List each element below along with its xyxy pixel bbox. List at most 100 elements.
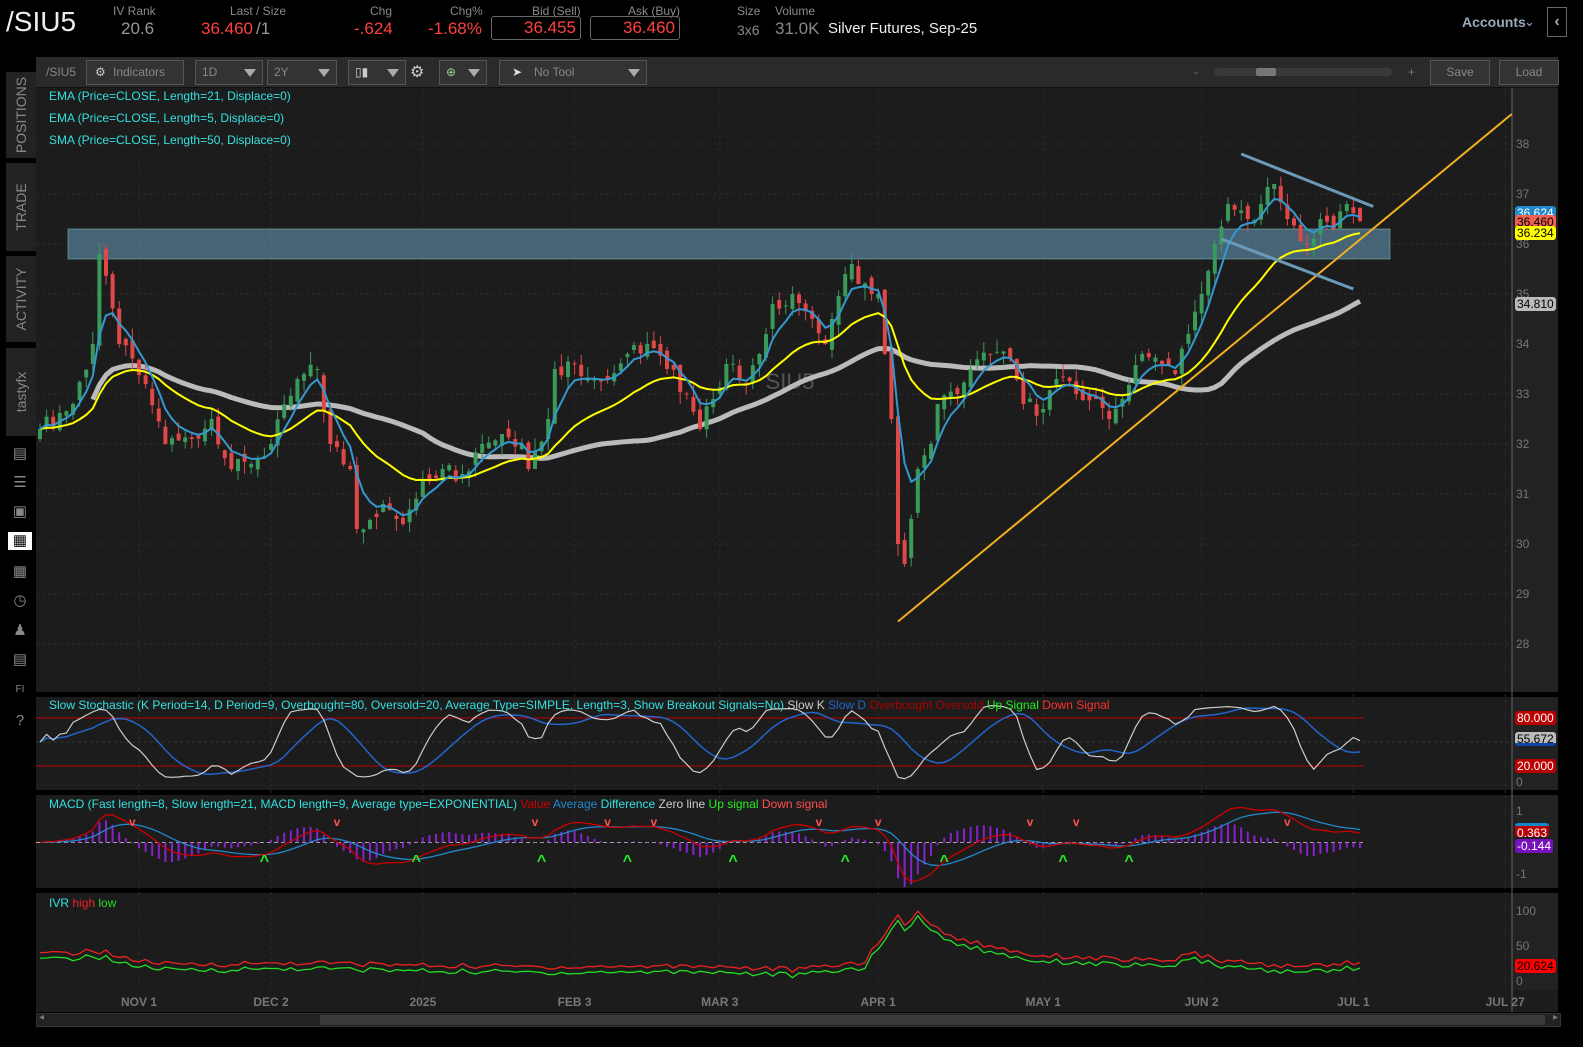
candle-body xyxy=(1292,218,1296,226)
candle-body xyxy=(1133,365,1138,384)
candle-body xyxy=(308,364,313,377)
candle-body xyxy=(84,369,89,378)
price-chart[interactable]: 3837363534333231302928NOV 1 DEC 2 2025 FEB … xyxy=(0,0,1583,1047)
candle-body xyxy=(1226,204,1230,221)
candle-body xyxy=(480,444,485,453)
candle-body xyxy=(1212,244,1217,274)
macd-label[interactable]: MACD (Fast length=8, Slow length=21, MAC… xyxy=(49,797,517,811)
candle-body xyxy=(1325,215,1329,222)
candle-body xyxy=(1245,205,1250,219)
ivr-tag: 20.624 xyxy=(1515,959,1556,973)
price-tick-label: 34 xyxy=(1516,337,1530,351)
price-tick-label: 28 xyxy=(1516,637,1530,651)
ivr-label[interactable]: IVR xyxy=(49,896,69,910)
horizontal-scrollbar[interactable]: ◂ ▸ xyxy=(36,1012,1561,1027)
candle-body xyxy=(638,345,643,354)
candle-body xyxy=(64,411,69,416)
sma50-tag: 34.810 xyxy=(1515,297,1556,311)
candle-body xyxy=(216,416,221,445)
study-sma50-label[interactable]: SMA (Price=CLOSE, Length=50, Displace=0) xyxy=(49,133,291,147)
candle-body xyxy=(1166,358,1171,366)
scroll-left-icon[interactable]: ◂ xyxy=(39,1012,44,1023)
candle-body xyxy=(1351,207,1356,214)
candle-body xyxy=(757,354,762,365)
candle-body xyxy=(348,465,353,469)
down-signal-arrow: v xyxy=(875,815,882,829)
up-signal-arrow: ^ xyxy=(940,853,949,870)
candle-body xyxy=(315,369,320,371)
ivr-axis-label: 100 xyxy=(1516,904,1536,918)
up-signal-arrow: ^ xyxy=(1058,853,1067,870)
candle-body xyxy=(618,363,623,371)
scrollbar-thumb[interactable] xyxy=(320,1015,1545,1025)
candle-body xyxy=(1153,357,1158,362)
stoch-label[interactable]: Slow Stochastic (K Period=14, D Period=9… xyxy=(49,698,784,712)
candle-body xyxy=(1272,184,1277,190)
candle-body xyxy=(691,396,696,412)
candle-body xyxy=(1219,226,1224,245)
study-ema21-label[interactable]: EMA (Price=CLOSE, Length=21, Displace=0) xyxy=(49,89,291,103)
legend-overbought: Overbought xyxy=(869,698,933,712)
ivr-legend: IVR high low xyxy=(49,896,116,910)
candle-body xyxy=(1001,351,1006,354)
down-signal-arrow: v xyxy=(815,815,822,829)
candle-body xyxy=(143,375,148,384)
candle-body xyxy=(150,388,155,406)
candle-body xyxy=(737,365,742,381)
candle-body xyxy=(922,455,927,468)
candle-body xyxy=(1344,204,1349,212)
candle-body xyxy=(453,470,458,481)
candle-body xyxy=(1061,376,1065,378)
price-tick-label: 31 xyxy=(1516,487,1530,501)
oversold-tag: 20.000 xyxy=(1515,759,1556,773)
candle-body xyxy=(1232,205,1237,210)
candle-body xyxy=(1193,311,1197,331)
candle-body xyxy=(909,519,914,558)
candle-body xyxy=(625,354,630,358)
macd-axis-label: 1 xyxy=(1516,804,1523,818)
candle-body xyxy=(526,442,531,469)
ivr-axis-label: 50 xyxy=(1516,939,1530,953)
date-tick-label: DEC 2 xyxy=(253,995,289,1009)
candle-body xyxy=(1358,208,1362,221)
candle-body xyxy=(1067,377,1072,382)
scroll-right-icon[interactable]: ▸ xyxy=(1553,1012,1558,1023)
candle-body xyxy=(368,519,372,529)
candle-body xyxy=(955,388,960,394)
candle-body xyxy=(975,359,980,366)
candle-body xyxy=(988,353,993,355)
legend-high: high xyxy=(72,896,96,910)
candle-body xyxy=(486,442,491,449)
candle-body xyxy=(962,382,966,397)
candle-body xyxy=(401,517,405,524)
candle-body xyxy=(856,266,861,284)
candle-body xyxy=(447,465,452,471)
candle-body xyxy=(1146,352,1151,358)
study-ema5-label[interactable]: EMA (Price=CLOSE, Length=5, Displace=0) xyxy=(49,111,284,125)
candle-body xyxy=(1028,398,1032,402)
date-tick-label: 2025 xyxy=(409,995,436,1009)
candle-body xyxy=(1298,224,1303,242)
candle-body xyxy=(295,379,300,402)
up-signal-arrow: ^ xyxy=(728,853,737,870)
candle-body xyxy=(1173,369,1178,374)
candle-body xyxy=(566,361,570,378)
candle-body xyxy=(434,475,438,479)
candle-body xyxy=(1034,404,1039,416)
legend-down-signal: Down signal xyxy=(761,797,828,811)
price-tick-label: 32 xyxy=(1516,437,1530,451)
candle-body xyxy=(698,409,702,429)
candle-body xyxy=(374,513,379,517)
macd-value-tag: 0.363 xyxy=(1515,823,1550,840)
legend-zero-line: Zero line xyxy=(658,797,706,811)
up-signal-arrow: ^ xyxy=(841,853,850,870)
candle-body xyxy=(236,458,240,472)
candle-body xyxy=(1311,238,1316,246)
candle-body xyxy=(163,426,168,444)
legend-average: Average xyxy=(552,797,598,811)
legend-oversold: Oversold xyxy=(935,698,984,712)
up-signal-arrow: ^ xyxy=(260,853,269,870)
macd-axis-label: -1 xyxy=(1516,867,1527,881)
candle-body xyxy=(684,393,689,395)
down-signal-arrow: v xyxy=(334,815,341,829)
